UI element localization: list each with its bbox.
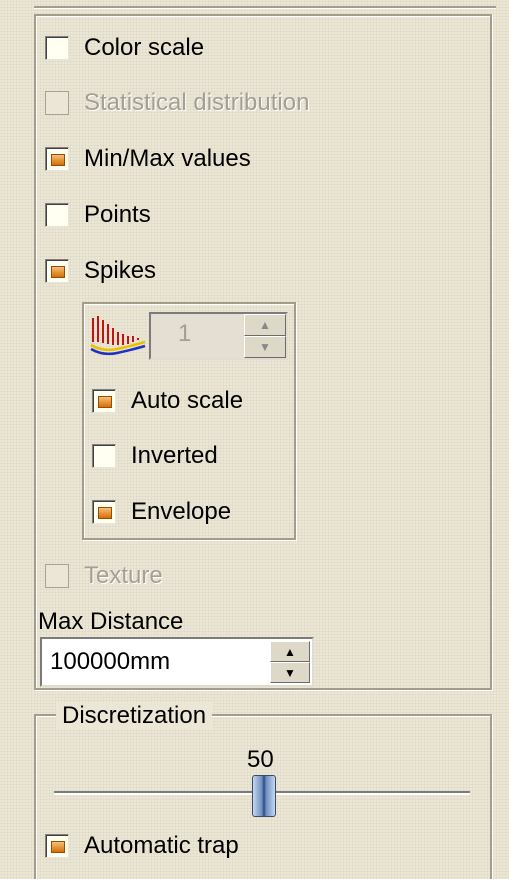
envelope-checkbox[interactable] bbox=[92, 500, 116, 524]
max-distance-value: 100000mm bbox=[50, 648, 171, 675]
automatic-trap-label: Automatic trap bbox=[84, 832, 239, 859]
max-distance-spin-buttons: ▲ ▼ bbox=[270, 641, 310, 683]
automatic-trap-checkbox[interactable] bbox=[45, 834, 69, 858]
discretization-title: Discretization bbox=[56, 702, 213, 730]
inverted-label: Inverted bbox=[131, 442, 218, 469]
max-distance-down-button[interactable]: ▼ bbox=[270, 662, 310, 683]
spikes-density-icon bbox=[89, 312, 147, 358]
envelope-label: Envelope bbox=[131, 498, 232, 525]
top-edge bbox=[34, 0, 496, 8]
density-down-button[interactable]: ▼ bbox=[244, 336, 286, 358]
density-up-button[interactable]: ▲ bbox=[244, 314, 286, 336]
points-checkbox[interactable] bbox=[45, 203, 69, 227]
spikes-density-value: 1 bbox=[178, 320, 192, 347]
discretization-value-label: 50 bbox=[247, 746, 274, 773]
texture-label: Texture bbox=[84, 562, 163, 589]
min-max-values-label: Min/Max values bbox=[84, 145, 251, 172]
max-distance-label: Max Distance bbox=[38, 608, 184, 635]
spikes-label: Spikes bbox=[84, 257, 157, 284]
statistical-distribution-label: Statistical distribution bbox=[84, 89, 310, 116]
max-distance-up-button[interactable]: ▲ bbox=[270, 641, 310, 662]
color-scale-checkbox[interactable] bbox=[45, 36, 69, 60]
spikes-density-spin-buttons: ▲ ▼ bbox=[244, 314, 286, 358]
discretization-slider-thumb[interactable] bbox=[252, 775, 276, 817]
auto-scale-label: Auto scale bbox=[131, 387, 244, 414]
statistical-distribution-checkbox[interactable] bbox=[45, 91, 69, 115]
auto-scale-checkbox[interactable] bbox=[92, 389, 116, 413]
spikes-checkbox[interactable] bbox=[45, 259, 69, 283]
inverted-checkbox[interactable] bbox=[92, 444, 116, 468]
color-scale-label: Color scale bbox=[84, 34, 205, 61]
min-max-values-checkbox[interactable] bbox=[45, 147, 69, 171]
texture-checkbox[interactable] bbox=[45, 564, 69, 588]
points-label: Points bbox=[84, 201, 151, 228]
